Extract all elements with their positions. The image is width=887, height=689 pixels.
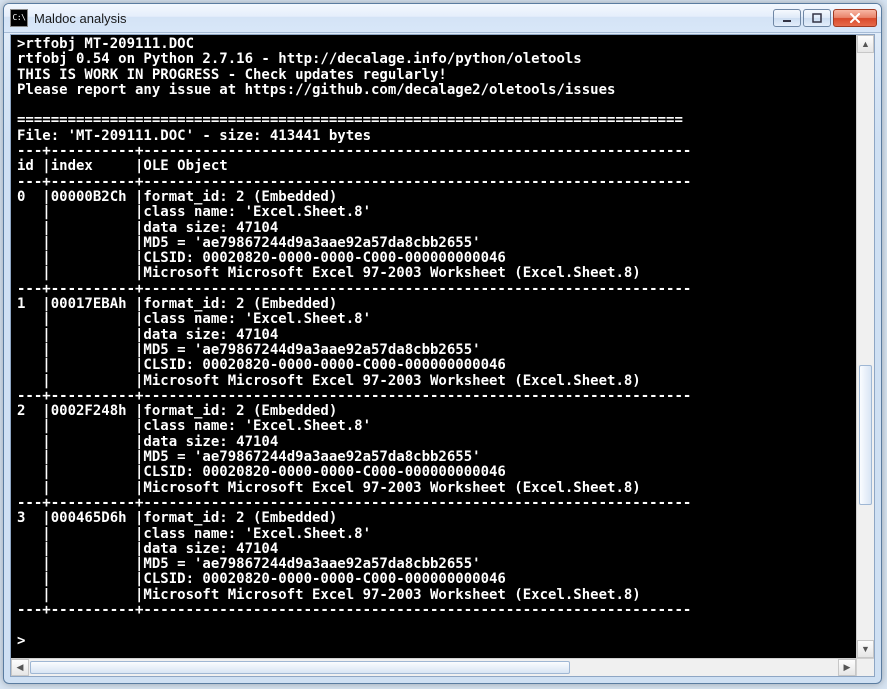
window-title: Maldoc analysis [34,11,773,26]
console-window: C:\ Maldoc analysis >rtfobj MT-209111.DO… [3,3,882,684]
scroll-left-button[interactable]: ◀ [11,659,29,676]
scroll-down-button[interactable]: ▼ [857,640,874,658]
titlebar[interactable]: C:\ Maldoc analysis [4,4,881,33]
cmd-icon: C:\ [10,9,28,27]
vertical-scrollbar[interactable]: ▲ ▼ [856,35,874,658]
horizontal-scrollbar[interactable]: ◀ ▶ [11,658,856,676]
vertical-scroll-thumb[interactable] [859,365,872,505]
minimize-button[interactable] [773,9,801,27]
scroll-right-button[interactable]: ▶ [838,659,856,676]
horizontal-scroll-thumb[interactable] [30,661,570,674]
window-buttons [773,9,877,27]
console-output: >rtfobj MT-209111.DOC rtfobj 0.54 on Pyt… [11,35,856,651]
scrollbar-corner [856,658,874,676]
client-area: >rtfobj MT-209111.DOC rtfobj 0.54 on Pyt… [10,34,875,677]
maximize-button[interactable] [803,9,831,27]
console-viewport[interactable]: >rtfobj MT-209111.DOC rtfobj 0.54 on Pyt… [11,35,856,658]
scroll-up-button[interactable]: ▲ [857,35,874,53]
cmd-icon-text: C:\ [13,14,26,22]
close-button[interactable] [833,9,877,27]
